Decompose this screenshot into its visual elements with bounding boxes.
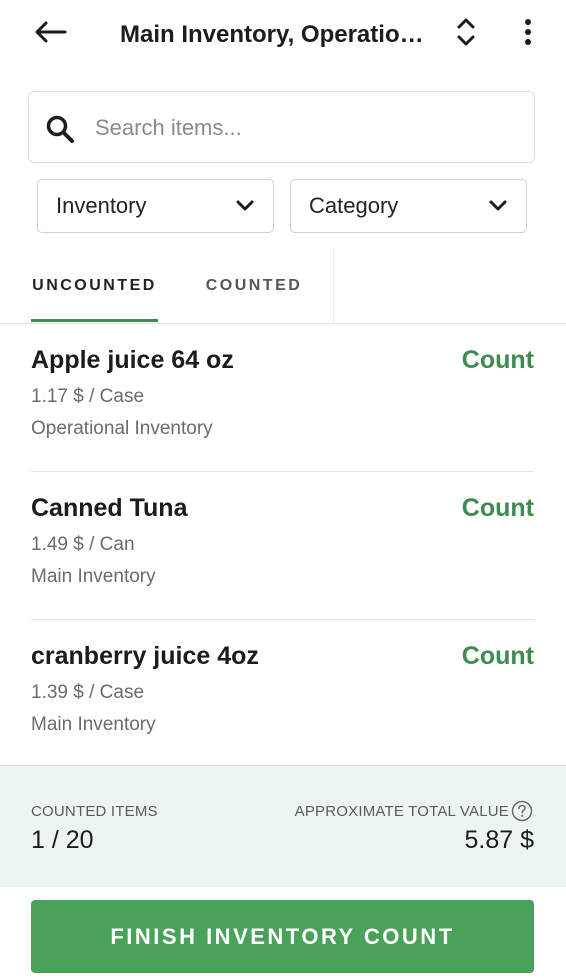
more-vertical-icon [524,18,532,51]
inventory-filter-select[interactable]: Inventory [37,179,274,233]
search-icon [43,112,77,146]
counted-items-label: COUNTED ITEMS [31,803,158,820]
item-name: cranberry juice 4oz [31,642,259,670]
item-location: Main Inventory [31,714,156,735]
item-price: 1.17 $ / Case [31,386,145,407]
item-location: Operational Inventory [31,418,213,439]
search-input[interactable] [93,106,517,150]
active-tab-indicator [31,319,158,322]
page-title: Main Inventory, Operational Inventory [120,21,435,48]
item-name: Apple juice 64 oz [31,346,234,374]
tab-uncounted[interactable]: UNCOUNTED [31,248,158,323]
counted-items-value: 1 / 20 [31,826,94,854]
count-summary: COUNTED ITEMS 1 / 20 APPROXIMATE TOTAL V… [0,765,566,887]
category-filter-select[interactable]: Category [290,179,527,233]
count-tabs: UNCOUNTED COUNTED [16,248,334,323]
count-button[interactable]: Count [462,638,534,674]
item-location: Main Inventory [31,566,156,587]
chevron-down-icon [488,199,508,213]
search-box [28,91,535,163]
list-item: cranberry juice 4oz 1.39 $ / Case Main I… [31,620,534,768]
item-price: 1.39 $ / Case [31,682,145,703]
inventory-filter-label: Inventory [56,193,147,218]
total-value-label: APPROXIMATE TOTAL VALUE [294,803,509,820]
help-circle-icon[interactable] [511,800,533,822]
item-name: Canned Tuna [31,494,188,522]
count-button[interactable]: Count [462,342,534,378]
total-value-amount: 5.87 $ [464,826,534,854]
switch-inventory-button[interactable] [448,14,484,54]
count-button[interactable]: Count [462,490,534,526]
item-price: 1.49 $ / Can [31,534,135,555]
arrow-left-icon [33,20,67,49]
list-item: Apple juice 64 oz 1.17 $ / Case Operatio… [31,324,534,472]
back-button[interactable] [30,16,70,52]
app-header: Main Inventory, Operational Inventory [0,0,566,70]
unfold-icon [456,17,476,52]
more-options-button[interactable] [508,14,548,54]
list-item: Canned Tuna 1.49 $ / Can Main Inventory … [31,472,534,620]
finish-inventory-count-button[interactable]: FINISH INVENTORY COUNT [31,900,534,973]
tab-counted[interactable]: COUNTED [189,248,319,323]
chevron-down-icon [235,199,255,213]
category-filter-label: Category [309,193,399,218]
